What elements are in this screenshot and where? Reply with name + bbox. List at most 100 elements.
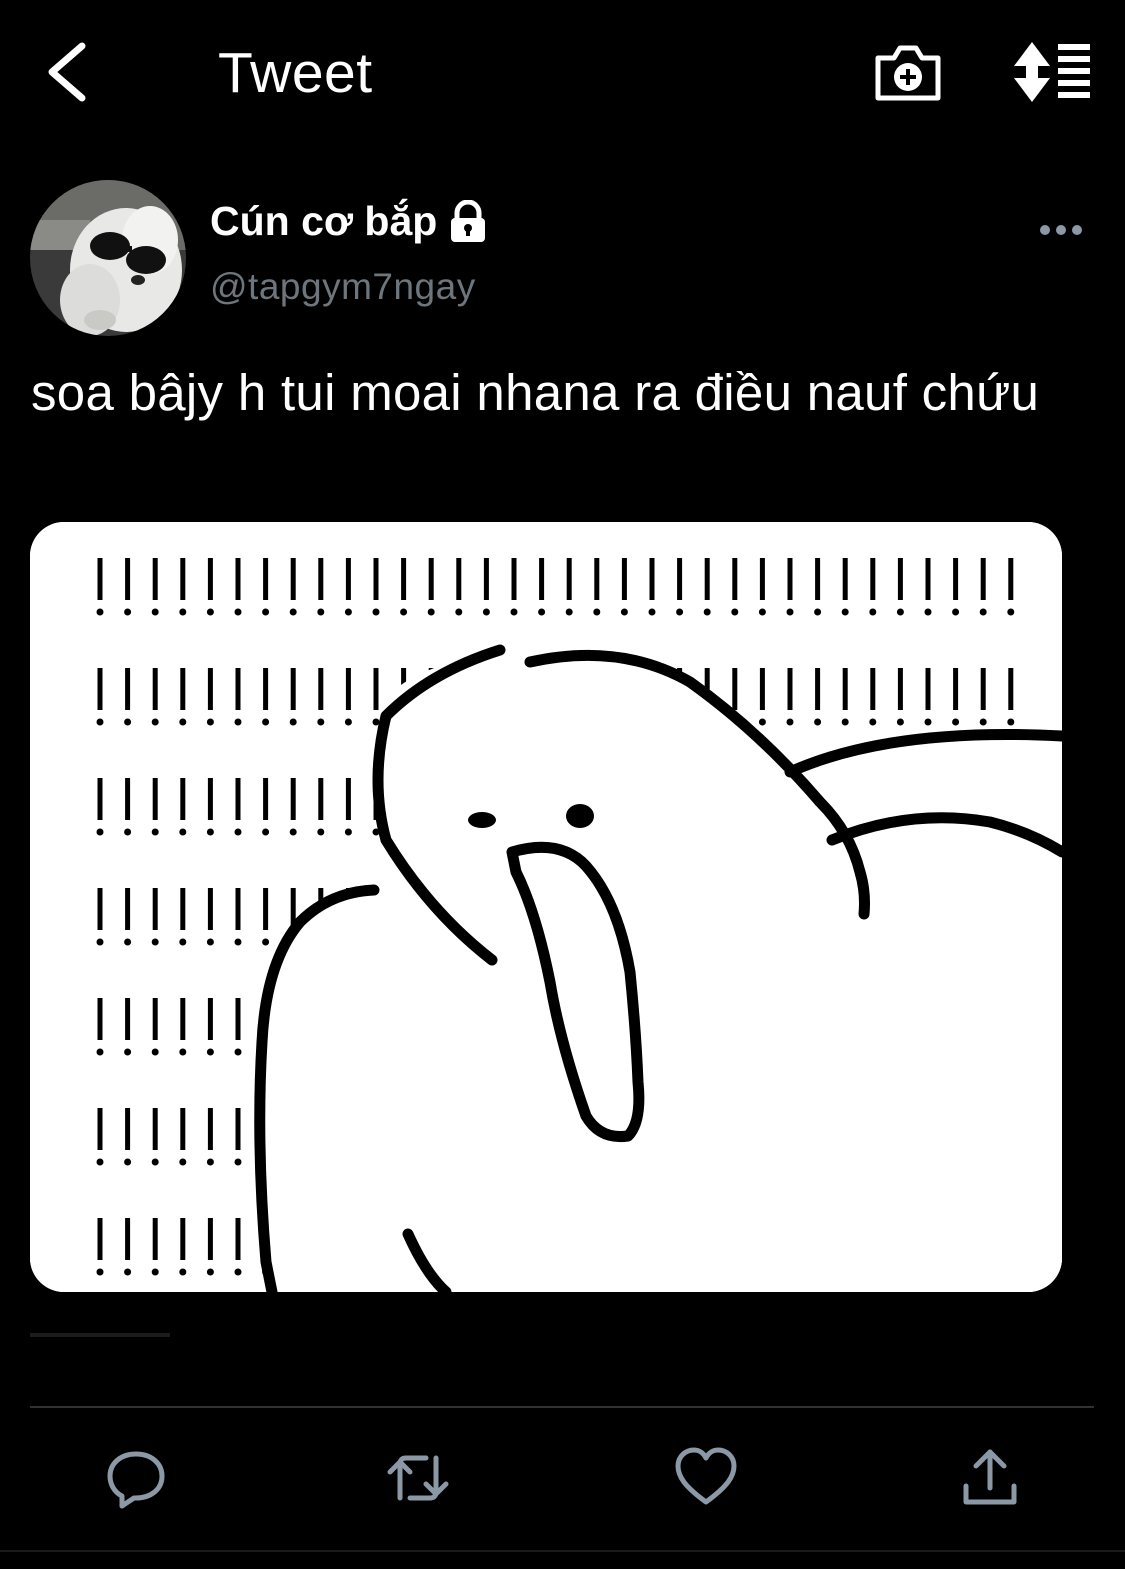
exclamation-bar	[870, 558, 876, 600]
exclamation-dot	[179, 718, 187, 726]
author-name: Cún cơ bắp	[210, 198, 438, 244]
exclamation-dot	[869, 718, 877, 726]
retweet-icon	[387, 1455, 449, 1501]
exclamation-bar	[235, 888, 241, 930]
exclamation-bar	[125, 888, 131, 930]
exclamation-bar	[842, 558, 848, 600]
avatar[interactable]	[30, 180, 186, 336]
exclamation-bar	[318, 668, 324, 710]
retweet-button[interactable]	[386, 1446, 450, 1510]
exclamation-bar	[759, 558, 765, 600]
meme-image	[30, 522, 1062, 1292]
exclamation-dot	[234, 828, 242, 836]
exclamation-dot	[96, 608, 104, 616]
exclamation-bar	[290, 778, 296, 820]
divider	[30, 1406, 1094, 1408]
exclamation-bar	[759, 668, 765, 710]
exclamation-bar	[263, 668, 269, 710]
tweet-media-image[interactable]	[30, 522, 1062, 1292]
exclamation-dot	[96, 718, 104, 726]
exclamation-dot	[344, 608, 352, 616]
exclamation-bar	[207, 1108, 213, 1150]
exclamation-bar	[125, 668, 131, 710]
sort-button[interactable]	[1010, 40, 1094, 104]
exclamation-bar	[180, 668, 186, 710]
exclamation-dot	[96, 938, 104, 946]
exclamation-dot	[620, 608, 628, 616]
exclamation-dot	[317, 718, 325, 726]
exclamation-dot	[896, 718, 904, 726]
exclamation-dot	[262, 828, 270, 836]
exclamation-bar	[125, 778, 131, 820]
tweet-text: soa bâjy h tui moai nhana ra điều nauf c…	[31, 364, 1040, 421]
exclamation-dot	[731, 608, 739, 616]
exclamation-bar	[318, 558, 324, 600]
exclamation-dot	[262, 718, 270, 726]
exclamation-dot	[703, 608, 711, 616]
exclamation-dot	[869, 608, 877, 616]
reply-button[interactable]	[104, 1446, 168, 1510]
exclamation-dot	[1007, 608, 1015, 616]
exclamation-bar	[345, 778, 351, 820]
exclamation-bar	[235, 1218, 241, 1260]
exclamation-dot	[234, 1268, 242, 1276]
exclamation-dot	[841, 608, 849, 616]
exclamation-dot	[924, 718, 932, 726]
exclamation-bar	[152, 888, 158, 930]
share-button[interactable]	[958, 1446, 1022, 1510]
exclamation-dot	[814, 608, 822, 616]
exclamation-bar	[318, 778, 324, 820]
exclamation-bar	[180, 888, 186, 930]
exclamation-bar	[704, 558, 710, 600]
exclamation-bar	[345, 558, 351, 600]
exclamation-dot	[151, 608, 159, 616]
exclamation-bar	[566, 558, 572, 600]
exclamation-dot	[151, 718, 159, 726]
exclamation-bar	[732, 668, 738, 710]
exclamation-bar	[152, 668, 158, 710]
exclamation-dot	[538, 608, 546, 616]
exclamation-bar	[97, 558, 103, 600]
exclamation-dot	[206, 938, 214, 946]
exclamation-dot	[206, 1268, 214, 1276]
exclamation-dot	[317, 828, 325, 836]
exclamation-dot	[593, 608, 601, 616]
page-title: Tweet	[218, 41, 373, 105]
author-name-row[interactable]: Cún cơ bắp	[210, 198, 489, 245]
reply-icon	[107, 1451, 165, 1509]
exclamation-bar	[897, 668, 903, 710]
exclamation-bar	[207, 668, 213, 710]
exclamation-bar	[152, 1218, 158, 1260]
exclamation-bar	[125, 1108, 131, 1150]
back-button[interactable]	[40, 38, 96, 106]
exclamation-bar	[97, 1108, 103, 1150]
exclamation-dot	[234, 718, 242, 726]
exclamation-bar	[842, 668, 848, 710]
share-icon	[963, 1449, 1017, 1505]
exclamation-dot	[952, 608, 960, 616]
exclamation-dot	[648, 608, 656, 616]
exclamation-dot	[344, 828, 352, 836]
exclamation-dot	[206, 718, 214, 726]
exclamation-dot	[234, 1048, 242, 1056]
author-handle[interactable]: @tapgym7ngay	[210, 266, 476, 308]
like-button[interactable]	[674, 1446, 738, 1510]
exclamation-bar	[207, 888, 213, 930]
exclamation-bar	[787, 558, 793, 600]
exclamation-dot	[510, 608, 518, 616]
exclamation-dot	[814, 718, 822, 726]
exclamation-bar	[373, 668, 379, 710]
exclamation-dot	[179, 938, 187, 946]
exclamation-dot	[96, 1158, 104, 1166]
exclamation-bar	[925, 558, 931, 600]
exclamation-bar	[207, 778, 213, 820]
exclamation-bar	[980, 668, 986, 710]
more-button[interactable]	[1038, 218, 1084, 242]
exclamation-bar	[207, 1218, 213, 1260]
camera-button[interactable]	[872, 40, 944, 104]
exclamation-dot	[179, 1158, 187, 1166]
exclamation-dot	[952, 718, 960, 726]
exclamation-dot	[179, 608, 187, 616]
exclamation-dot	[234, 938, 242, 946]
exclamation-bar	[207, 998, 213, 1040]
